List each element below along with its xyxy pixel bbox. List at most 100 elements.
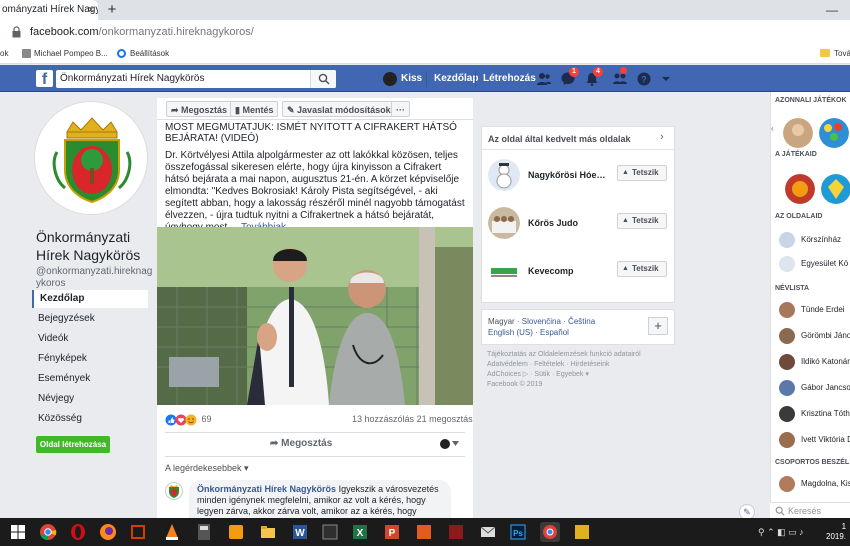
language-link[interactable]: Slovenčina bbox=[522, 317, 561, 326]
page-handle[interactable]: @onkormanyzati.hireknagykoros bbox=[36, 266, 156, 290]
reactions-summary[interactable]: 69 bbox=[165, 412, 212, 426]
share-post-button[interactable]: ➦ Megosztás bbox=[270, 437, 332, 451]
mail-icon[interactable] bbox=[478, 522, 498, 542]
comment-count-link[interactable]: 13 hozzászólás bbox=[352, 414, 414, 424]
excel-icon[interactable]: X bbox=[350, 522, 370, 542]
contact-item[interactable]: Krisztina Tóth bbox=[801, 406, 850, 422]
coat-of-arms-icon bbox=[52, 117, 132, 204]
game-icon[interactable] bbox=[821, 174, 850, 204]
chat-page-item[interactable]: Egyesület Kö bbox=[801, 256, 848, 272]
chrome-icon[interactable] bbox=[38, 522, 58, 542]
tab-close-icon[interactable]: × bbox=[84, 3, 98, 17]
facebook-logo-icon[interactable]: f bbox=[36, 70, 53, 87]
contact-item[interactable]: Tünde Erdei bbox=[801, 302, 845, 318]
bookmark-item[interactable]: ok bbox=[0, 47, 8, 61]
bookmark-item[interactable]: Beállítások bbox=[130, 47, 169, 61]
help-icon[interactable]: ? bbox=[636, 71, 652, 87]
bookmark-other[interactable]: Tová bbox=[834, 47, 850, 61]
bubble-game-icon[interactable] bbox=[819, 118, 849, 148]
comment-sort-dropdown[interactable]: A legérdekesebbek ▾ bbox=[165, 462, 249, 474]
create-page-button[interactable]: Oldal létrehozása bbox=[36, 436, 110, 453]
nav-posts[interactable]: Bejegyzések bbox=[32, 310, 148, 328]
like-page-button[interactable]: Tetszik bbox=[617, 261, 667, 277]
user-avatar[interactable] bbox=[383, 72, 397, 86]
search-button[interactable] bbox=[310, 70, 336, 88]
judo-group-icon[interactable] bbox=[488, 207, 520, 239]
contact-item[interactable]: Gábor Jancsov bbox=[801, 380, 850, 396]
app-icon[interactable] bbox=[226, 522, 246, 542]
comment-avatar[interactable] bbox=[165, 482, 183, 500]
like-page-button[interactable]: Tetszik bbox=[617, 165, 667, 181]
contact-item[interactable]: Ildikó Katonán bbox=[801, 354, 850, 370]
app-icon[interactable] bbox=[320, 522, 340, 542]
nav-events[interactable]: Események bbox=[32, 370, 148, 388]
suggest-label: Javaslat módosításokra bbox=[297, 105, 400, 115]
liked-page-name[interactable]: Nagykőrösi Hóemb... bbox=[528, 169, 612, 181]
home-link[interactable]: Kezdőlap bbox=[434, 72, 478, 86]
footer-link[interactable]: Tájékoztatás az Oldalelemzések funkció a… bbox=[487, 350, 667, 360]
new-tab-button[interactable]: + bbox=[104, 1, 120, 19]
footer-link[interactable]: Adatvédelem · Feltételek · Hirdetéseink bbox=[487, 360, 667, 370]
nav-videos[interactable]: Videók bbox=[32, 330, 148, 348]
powerpoint-icon[interactable]: P bbox=[382, 522, 402, 542]
app-icon[interactable] bbox=[414, 522, 434, 542]
app-icon[interactable] bbox=[572, 522, 592, 542]
window-minimize-button[interactable]: — bbox=[822, 2, 842, 18]
chevron-left-icon[interactable]: ‹ bbox=[771, 124, 777, 134]
language-link[interactable]: English (US) bbox=[488, 328, 533, 337]
nav-photos[interactable]: Fényképek bbox=[32, 350, 148, 368]
contact-item[interactable]: Ivett Viktória D bbox=[801, 432, 850, 448]
word-icon[interactable]: W bbox=[290, 522, 310, 542]
liked-page-name[interactable]: Kevecomp bbox=[528, 265, 612, 277]
kevecomp-logo-icon[interactable] bbox=[488, 255, 520, 287]
friend-requests-icon[interactable] bbox=[536, 71, 552, 87]
share-page-button[interactable]: ➦ Megosztás bbox=[166, 101, 233, 117]
app-icon[interactable] bbox=[128, 522, 148, 542]
suggest-edits-button[interactable]: ✎ Javaslat módosításokra bbox=[282, 101, 405, 117]
windows-start-icon[interactable] bbox=[8, 522, 28, 542]
file-explorer-icon[interactable] bbox=[258, 522, 278, 542]
post-photo[interactable] bbox=[157, 227, 473, 405]
search-input[interactable] bbox=[56, 70, 336, 88]
nav-about[interactable]: Névjegy bbox=[32, 390, 148, 408]
profile-link[interactable]: Kiss bbox=[401, 72, 422, 86]
footer-link[interactable]: AdChoices ▷ · Sütik · Egyebek ▾ bbox=[487, 370, 667, 380]
comment-author[interactable]: Önkormányzati Hírek Nagykörös bbox=[197, 484, 336, 494]
clock[interactable]: 1 2019. bbox=[826, 522, 846, 542]
add-language-button[interactable]: + bbox=[648, 317, 668, 335]
url-field[interactable]: facebook.com/onkormanyzati.hireknagykoro… bbox=[30, 25, 254, 39]
firefox-icon[interactable] bbox=[98, 522, 118, 542]
nav-home[interactable]: Kezdőlap bbox=[32, 290, 148, 308]
create-link[interactable]: Létrehozás bbox=[483, 72, 536, 86]
calculator-icon[interactable] bbox=[194, 522, 214, 542]
system-tray[interactable]: ⚲ ⌃ ◧ ▭ ♪ bbox=[758, 526, 804, 538]
language-link[interactable]: Čeština bbox=[568, 317, 595, 326]
snowman-logo-icon[interactable] bbox=[488, 159, 520, 191]
share-count-link[interactable]: 21 megosztás bbox=[417, 414, 473, 424]
opera-icon[interactable] bbox=[68, 522, 88, 542]
like-page-button[interactable]: Tetszik bbox=[617, 213, 667, 229]
chevron-right-icon[interactable]: › bbox=[660, 131, 664, 143]
contact-item[interactable]: Görömbi Jáno bbox=[801, 328, 850, 344]
chevron-down-icon[interactable] bbox=[658, 71, 674, 87]
posting-as-selector[interactable] bbox=[440, 437, 460, 451]
page-profile-picture[interactable] bbox=[34, 101, 148, 215]
language-link[interactable]: Español bbox=[540, 328, 569, 337]
photoshop-icon[interactable]: Ps bbox=[508, 522, 528, 542]
more-options-button[interactable]: ··· bbox=[391, 101, 410, 117]
game-icon[interactable] bbox=[783, 118, 813, 148]
friends-icon[interactable] bbox=[612, 71, 628, 87]
group-chat-item[interactable]: Magdolna, Kis bbox=[801, 476, 850, 492]
nav-community[interactable]: Közösség bbox=[32, 410, 148, 428]
contacts-header: NÉVLISTA bbox=[775, 285, 810, 292]
chat-search[interactable]: Keresés bbox=[770, 502, 850, 518]
game-icon[interactable] bbox=[785, 174, 815, 204]
bookmark-item[interactable]: Michael Pompeo B... bbox=[34, 47, 108, 61]
vlc-icon[interactable] bbox=[162, 522, 182, 542]
reaction-count: 69 bbox=[201, 414, 212, 424]
liked-page-name[interactable]: Kőrös Judo bbox=[528, 217, 612, 229]
app-icon[interactable] bbox=[446, 522, 466, 542]
chrome-active-icon[interactable] bbox=[540, 522, 560, 542]
save-page-button[interactable]: ▮ Mentés bbox=[230, 101, 279, 117]
chat-page-item[interactable]: Körszínház bbox=[801, 232, 841, 248]
